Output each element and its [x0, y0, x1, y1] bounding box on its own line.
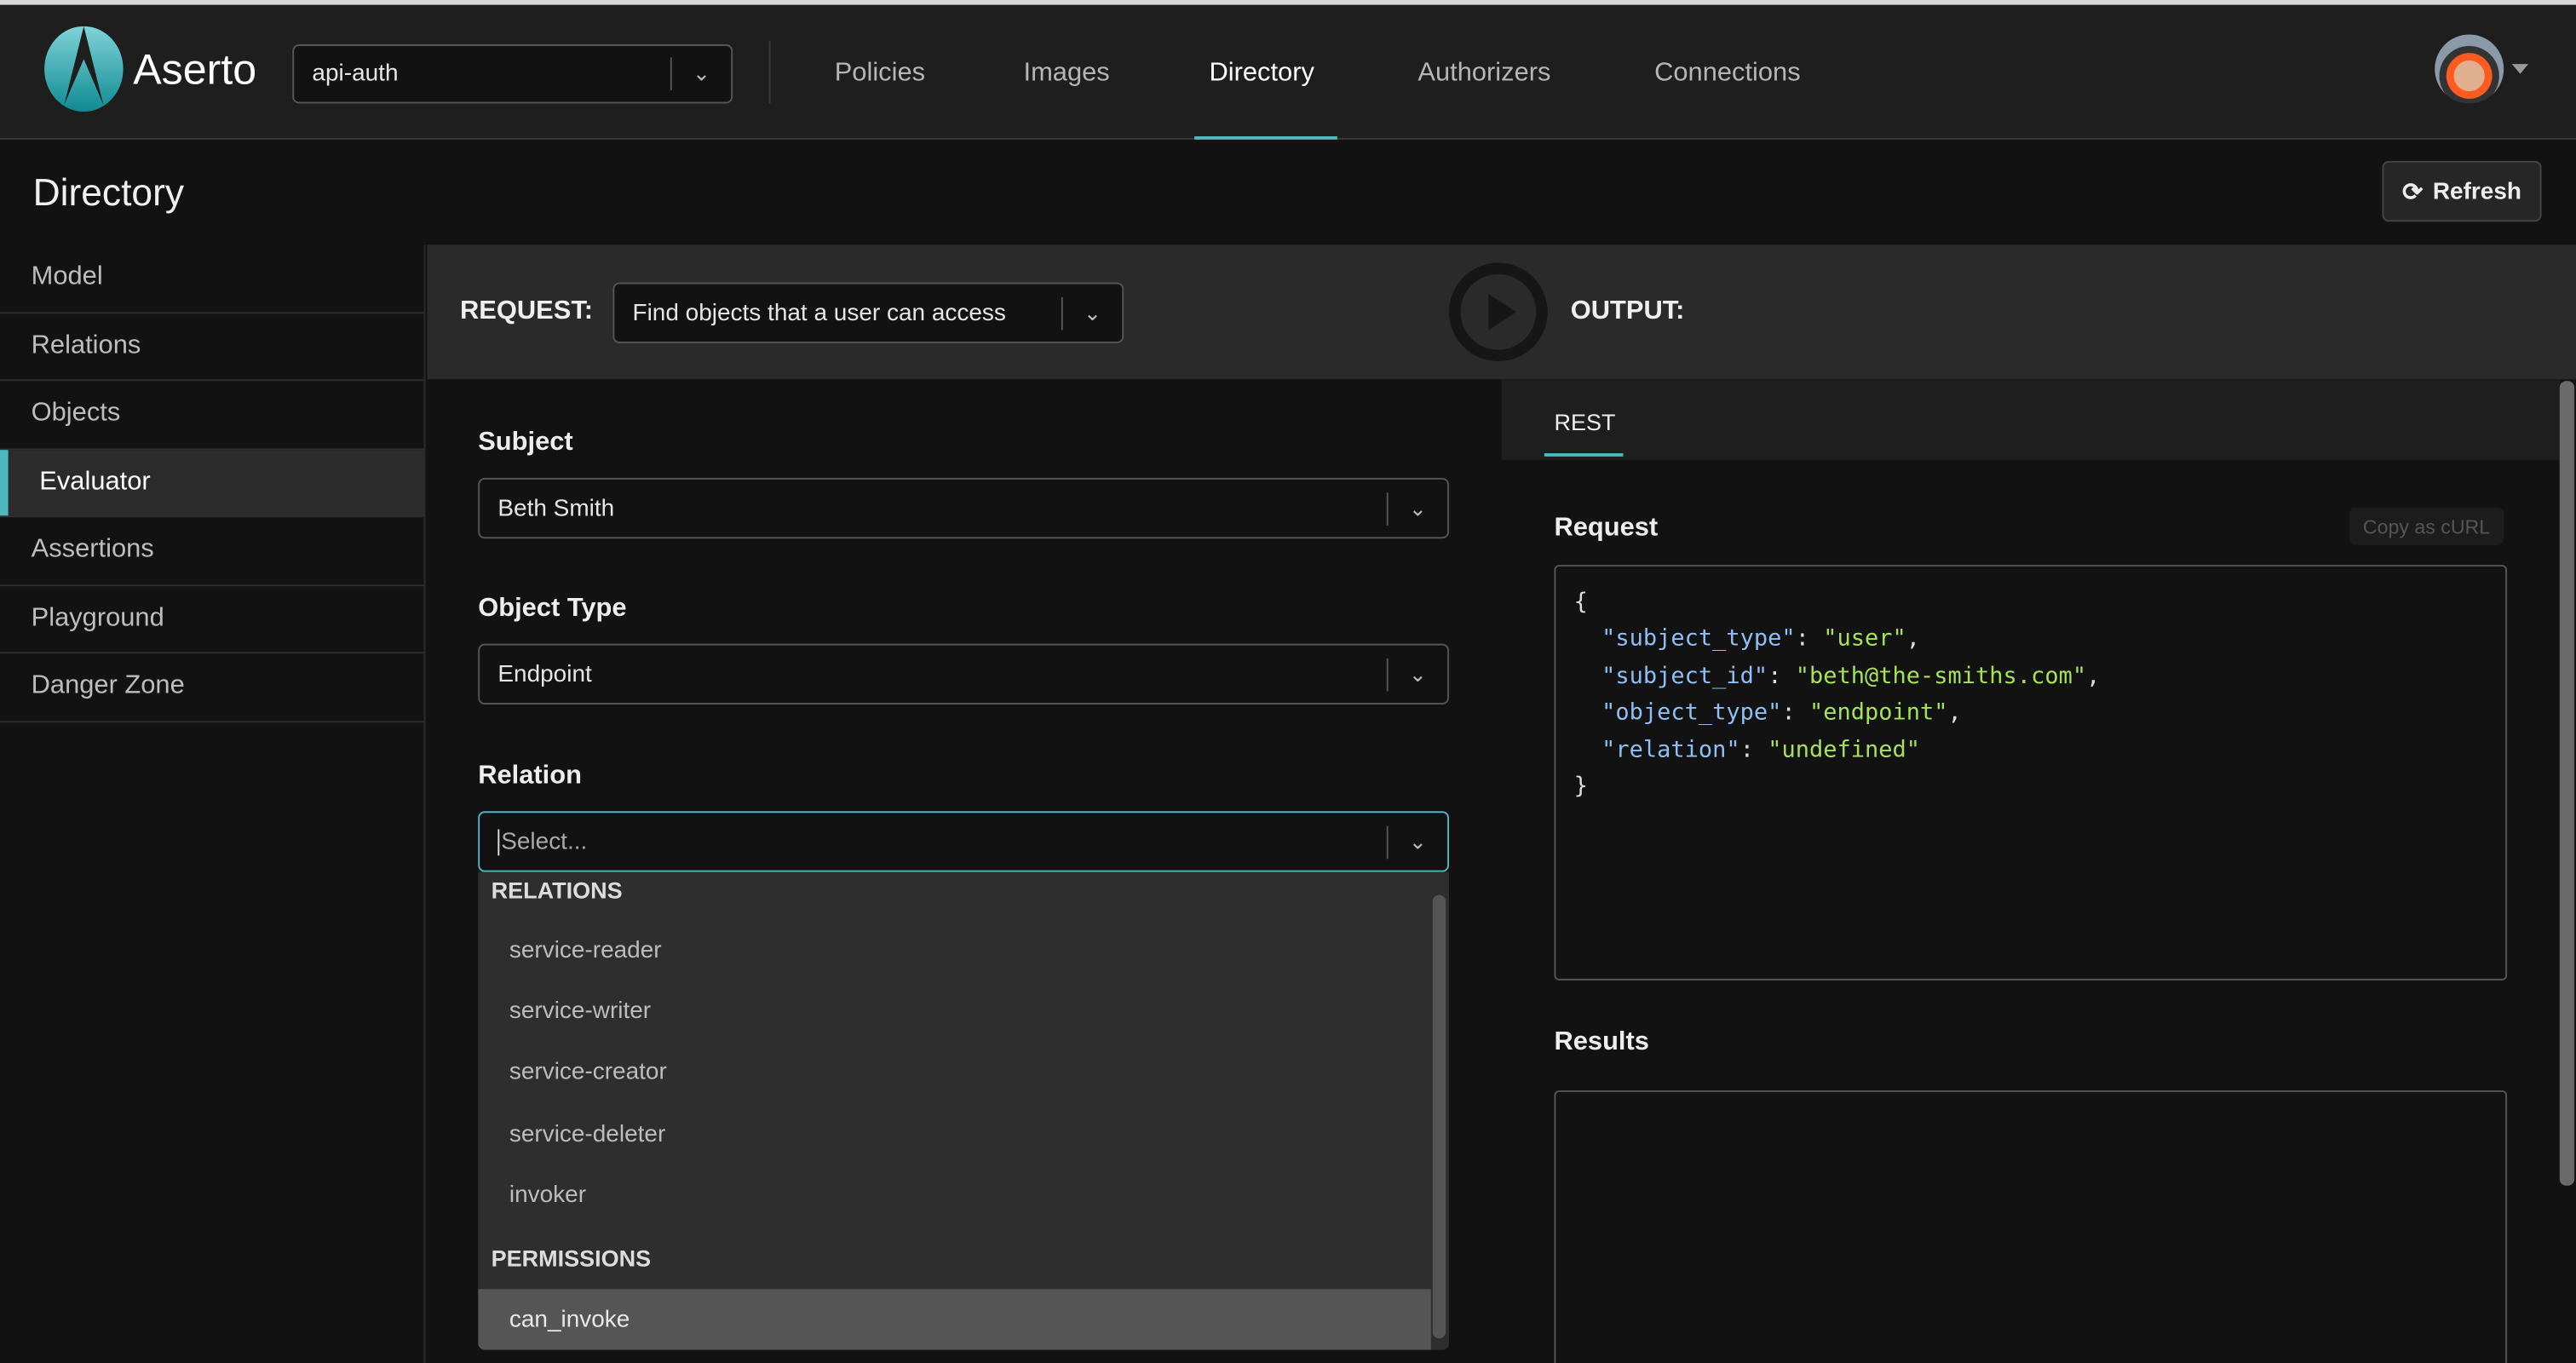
object-type-label: Object Type — [478, 594, 627, 623]
object-type-value: Endpoint — [497, 660, 592, 687]
relations-group-header: RELATIONS — [491, 877, 623, 904]
aserto-logo[interactable]: Aserto — [41, 26, 256, 112]
json-value: "endpoint" — [1808, 699, 1948, 727]
option-can-invoke[interactable]: can_invoke — [478, 1289, 1431, 1350]
page-title-bar — [0, 141, 2576, 244]
tab-rest[interactable]: REST — [1554, 409, 1615, 435]
page-title: Directory — [32, 170, 185, 214]
chevron-down-icon: ⌄ — [1084, 299, 1102, 325]
relation-placeholder[interactable]: Select... — [497, 828, 1386, 855]
header-divider — [768, 41, 771, 104]
play-icon — [1488, 294, 1517, 331]
permissions-group-header: PERMISSIONS — [491, 1245, 652, 1272]
tenant-select-value: api-auth — [312, 60, 399, 88]
json-brace: } — [1573, 774, 1588, 800]
option-service-writer[interactable]: service-writer — [478, 981, 1431, 1041]
relation-dropdown-menu: RELATIONS service-reader service-writer … — [478, 871, 1450, 1350]
option-service-reader[interactable]: service-reader — [478, 920, 1431, 981]
tenant-select[interactable]: api-auth ⌄ — [292, 44, 733, 104]
nav-connections[interactable]: Connections — [1654, 59, 1801, 89]
sidebar-item-playground[interactable]: Playground — [0, 585, 424, 654]
results-box — [1554, 1090, 2508, 1363]
sidebar-item-assertions[interactable]: Assertions — [0, 517, 424, 586]
subject-select[interactable]: Beth Smith ⌄ — [478, 477, 1450, 539]
subject-label: Subject — [478, 428, 573, 457]
json-key: "relation" — [1601, 736, 1740, 763]
request-type-value: Find objects that a user can access — [632, 299, 1006, 326]
aserto-logo-icon — [44, 26, 124, 112]
chevron-down-icon: ⌄ — [1408, 495, 1427, 520]
results-section-label: Results — [1554, 1027, 1649, 1056]
request-section-label: Request — [1554, 514, 1659, 543]
sidebar-item-danger-zone[interactable]: Danger Zone — [0, 653, 424, 722]
sidebar-item-relations[interactable]: Relations — [0, 313, 424, 382]
relation-label: Relation — [478, 762, 582, 791]
nav-authorizers[interactable]: Authorizers — [1417, 59, 1550, 89]
page-scrollbar[interactable] — [2559, 381, 2575, 1186]
copy-as-curl-button[interactable]: Copy as cURL — [2349, 507, 2504, 545]
refresh-label: Refresh — [2432, 178, 2521, 204]
play-button[interactable] — [1449, 262, 1548, 362]
output-label: OUTPUT: — [1570, 296, 1685, 325]
json-key: "object_type" — [1601, 699, 1782, 727]
nav-images[interactable]: Images — [1024, 59, 1110, 89]
dropdown-scrollbar[interactable] — [1432, 894, 1446, 1339]
subject-value: Beth Smith — [497, 495, 615, 522]
json-brace: { — [1573, 589, 1588, 616]
chevron-down-icon: ⌄ — [692, 60, 711, 86]
sidebar-item-model[interactable]: Model — [0, 244, 424, 313]
json-value: "user" — [1823, 626, 1906, 653]
request-label: REQUEST: — [460, 296, 594, 325]
refresh-button[interactable]: ⟳ Refresh — [2382, 160, 2542, 222]
chevron-down-icon: ⌄ — [1408, 660, 1427, 686]
json-value: "beth@the-smiths.com" — [1795, 663, 2087, 690]
nav-active-indicator — [1194, 135, 1337, 140]
request-json-viewer: { "subject_type": "user", "subject_id": … — [1554, 565, 2508, 981]
tab-active-indicator — [1544, 453, 1624, 457]
option-service-deleter[interactable]: service-deleter — [478, 1103, 1431, 1164]
chevron-down-icon: ⌄ — [1408, 828, 1427, 854]
nav-policies[interactable]: Policies — [835, 59, 925, 89]
caret-down-icon[interactable] — [2511, 64, 2529, 74]
sidebar-item-evaluator[interactable]: Evaluator — [0, 449, 424, 518]
option-service-creator[interactable]: service-creator — [478, 1041, 1431, 1101]
sidebar-item-objects[interactable]: Objects — [0, 381, 424, 450]
output-tabs — [1501, 379, 2560, 460]
request-type-select[interactable]: Find objects that a user can access ⌄ — [612, 282, 1124, 343]
brand-name: Aserto — [133, 43, 257, 93]
refresh-icon: ⟳ — [2402, 178, 2424, 206]
object-type-select[interactable]: Endpoint ⌄ — [478, 643, 1450, 705]
sidebar: Model Relations Objects Evaluator Assert… — [0, 244, 426, 1363]
json-key: "subject_id" — [1601, 663, 1768, 690]
json-key: "subject_type" — [1601, 626, 1796, 653]
nav-directory[interactable]: Directory — [1209, 59, 1314, 89]
user-avatar[interactable] — [2435, 34, 2504, 104]
json-value: "undefined" — [1768, 736, 1921, 763]
relation-select[interactable]: Select... ⌄ — [478, 811, 1450, 872]
app: Aserto api-auth ⌄ Policies Images Direct… — [0, 0, 2576, 1363]
option-invoker[interactable]: invoker — [478, 1165, 1431, 1225]
